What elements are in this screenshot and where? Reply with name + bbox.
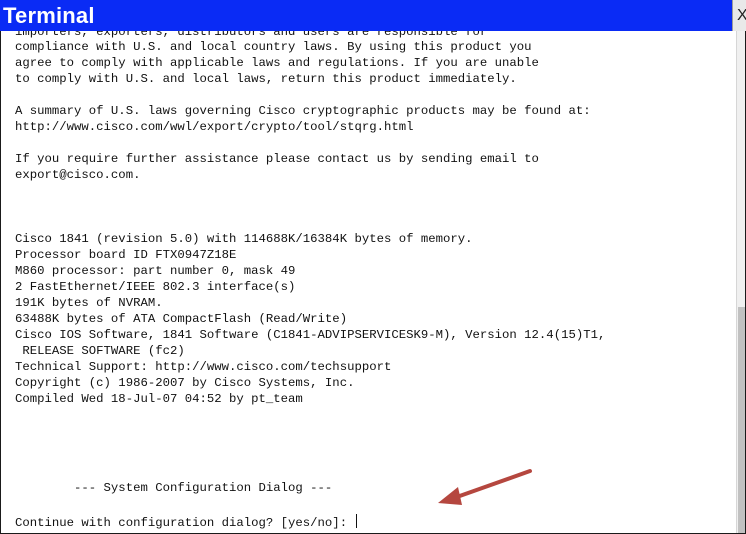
terminal-line: 63488K bytes of ATA CompactFlash (Read/W…: [15, 312, 348, 326]
terminal-line: 191K bytes of NVRAM.: [15, 296, 163, 310]
terminal-line: agree to comply with applicable laws and…: [15, 56, 539, 70]
title-bar: Terminal: [0, 0, 732, 31]
terminal-line: export@cisco.com.: [15, 168, 141, 182]
config-dialog-prompt: Continue with configuration dialog? [yes…: [15, 516, 355, 530]
window-title: Terminal: [3, 3, 95, 28]
terminal-line: Continue with configuration dialog? [yes…: [15, 514, 358, 531]
close-button[interactable]: X: [732, 0, 746, 31]
terminal-line: Technical Support: http://www.cisco.com/…: [15, 360, 392, 374]
terminal-line: Cisco 1841 (revision 5.0) with 114688K/1…: [15, 232, 473, 246]
terminal-line: M860 processor: part number 0, mask 49: [15, 264, 296, 278]
annotation-arrow-icon: [438, 469, 532, 505]
terminal-line: to comply with U.S. and local laws, retu…: [15, 72, 517, 86]
terminal-line: 2 FastEthernet/IEEE 802.3 interface(s): [15, 280, 296, 294]
terminal-line: Compiled Wed 18-Jul-07 04:52 by pt_team: [15, 392, 303, 406]
terminal-line: Processor board ID FTX0947Z18E: [15, 248, 237, 262]
terminal-line: RELEASE SOFTWARE (fc2): [15, 344, 185, 358]
terminal-output[interactable]: importers, exporters, distributors and u…: [1, 31, 734, 533]
terminal-line: http://www.cisco.com/wwl/export/crypto/t…: [15, 120, 414, 134]
scrollbar-thumb[interactable]: [738, 307, 745, 533]
terminal-line: --- System Configuration Dialog ---: [15, 481, 333, 495]
terminal-frame: importers, exporters, distributors and u…: [0, 31, 746, 534]
terminal-line: A summary of U.S. laws governing Cisco c…: [15, 104, 591, 118]
terminal-line: compliance with U.S. and local country l…: [15, 40, 532, 54]
terminal-line: Copyright (c) 1986-2007 by Cisco Systems…: [15, 376, 355, 390]
vertical-scrollbar[interactable]: [736, 31, 745, 533]
terminal-line: Cisco IOS Software, 1841 Software (C1841…: [15, 328, 606, 342]
terminal-line: If you require further assistance please…: [15, 152, 539, 166]
text-cursor: [356, 514, 358, 528]
